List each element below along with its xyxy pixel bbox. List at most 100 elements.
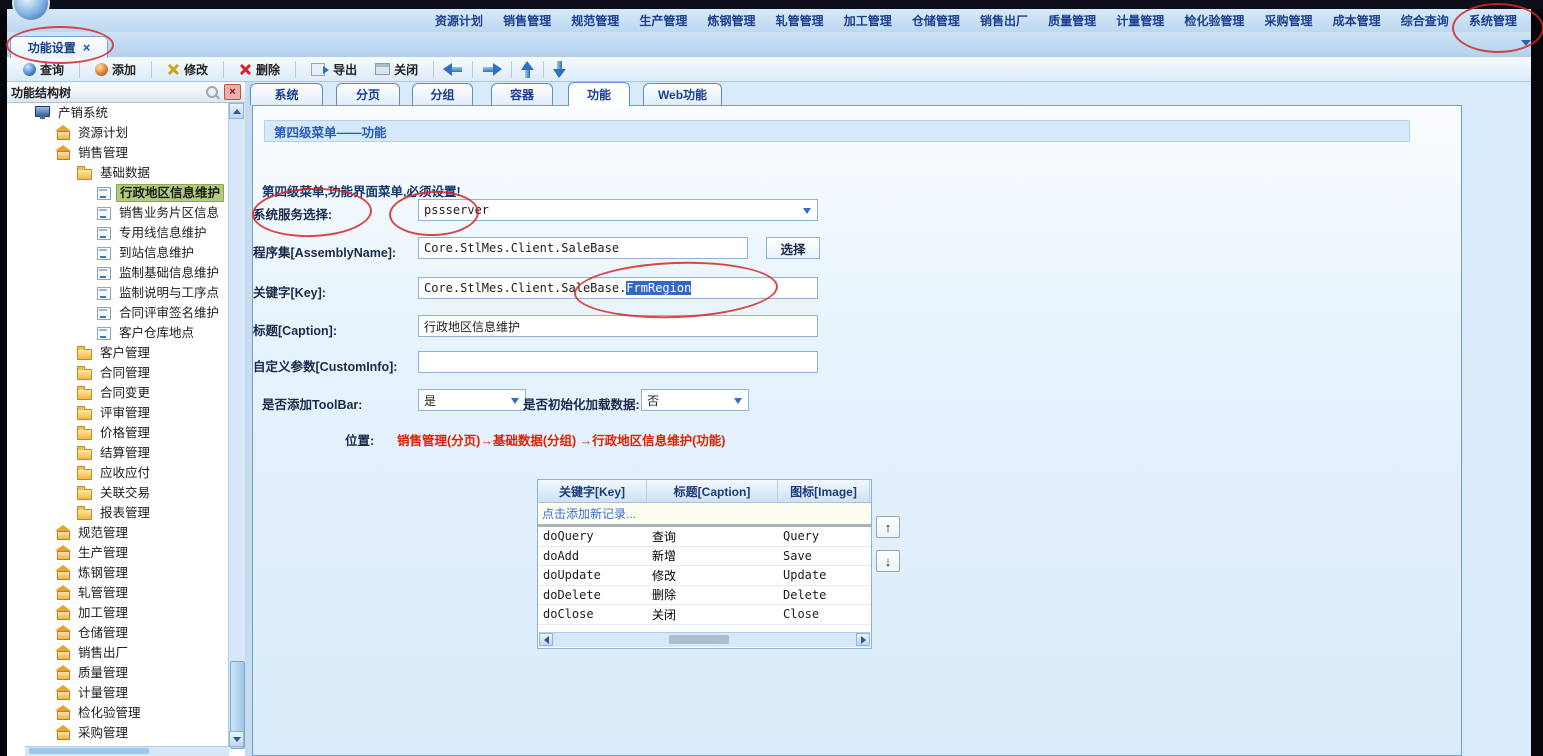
add-button[interactable]: 添加 <box>89 59 142 80</box>
menu-item[interactable]: 采购管理 <box>1265 12 1313 29</box>
move-down-button[interactable]: ↓ <box>876 550 900 572</box>
scroll-down-icon[interactable] <box>229 731 244 747</box>
menu-item-system-management[interactable]: 系统管理 <box>1469 12 1517 29</box>
add-new-record-row[interactable]: 点击添加新记录... <box>538 503 871 527</box>
tree-item[interactable]: 资源计划 <box>7 123 229 143</box>
caption-input[interactable]: 行政地区信息维护 <box>418 315 818 337</box>
add-toolbar-combobox[interactable]: 是 <box>418 389 526 411</box>
tree-item[interactable]: 检化验管理 <box>7 703 229 723</box>
tab-group[interactable]: 分组 <box>412 83 473 105</box>
service-combobox[interactable]: pssserver <box>418 199 818 221</box>
chevron-down-icon[interactable] <box>803 208 811 214</box>
tree-item-root[interactable]: 产销系统 <box>7 103 229 123</box>
chevron-down-icon[interactable] <box>511 398 519 404</box>
menu-item[interactable]: 检化验管理 <box>1184 12 1244 29</box>
menu-item[interactable]: 成本管理 <box>1333 12 1381 29</box>
tree-item[interactable]: 价格管理 <box>7 423 229 443</box>
scroll-left-icon[interactable] <box>539 633 553 646</box>
close-button[interactable]: 关闭 <box>369 59 424 80</box>
tab-container[interactable]: 容器 <box>491 83 553 105</box>
menu-item[interactable]: 轧管管理 <box>776 12 824 29</box>
scroll-right-icon[interactable] <box>856 633 870 646</box>
tree-item[interactable]: 采购管理 <box>7 723 229 743</box>
tree-item[interactable]: 销售出厂 <box>7 643 229 663</box>
nav-right-icon[interactable] <box>482 63 502 76</box>
custom-info-input[interactable] <box>418 351 818 373</box>
nav-down-icon[interactable] <box>553 61 566 78</box>
table-row[interactable]: doUpdate 修改 Update <box>538 566 871 586</box>
query-button[interactable]: 查询 <box>17 59 70 80</box>
chevron-down-icon[interactable] <box>734 398 742 404</box>
tree-item[interactable]: 评审管理 <box>7 403 229 423</box>
tree-item[interactable]: 专用线信息维护 <box>7 223 229 243</box>
export-button[interactable]: 导出 <box>305 59 363 80</box>
nav-up-icon[interactable] <box>521 61 534 78</box>
move-up-button[interactable]: ↑ <box>876 516 900 538</box>
tree-item[interactable]: 基础数据 <box>7 163 229 183</box>
menu-item[interactable]: 计量管理 <box>1116 12 1164 29</box>
menu-item[interactable]: 炼钢管理 <box>708 12 756 29</box>
menu-item[interactable]: 销售出厂 <box>980 12 1028 29</box>
tree-item[interactable]: 关联交易 <box>7 483 229 503</box>
tree-item[interactable]: 监制说明与工序点 <box>7 283 229 303</box>
tree-item[interactable]: 轧管管理 <box>7 583 229 603</box>
menu-item[interactable]: 综合查询 <box>1401 12 1449 29</box>
scrollbar-thumb[interactable] <box>669 635 729 644</box>
tab-close-icon[interactable]: × <box>83 41 91 54</box>
tree-item[interactable]: 仓储管理 <box>7 623 229 643</box>
header-key[interactable]: 关键字[Key] <box>538 480 647 502</box>
key-input[interactable]: Core.StlMes.Client.SaleBase.FrmRegion <box>418 277 818 299</box>
tab-function[interactable]: 功能 <box>568 82 630 106</box>
tree-item[interactable]: 规范管理 <box>7 523 229 543</box>
header-caption[interactable]: 标题[Caption] <box>647 480 778 502</box>
tree-item[interactable]: 报表管理 <box>7 503 229 523</box>
tab-web-function[interactable]: Web功能 <box>643 83 722 105</box>
tab-function-settings[interactable]: 功能设置 × <box>10 36 108 58</box>
nav-left-icon[interactable] <box>443 63 463 76</box>
header-image[interactable]: 图标[Image] <box>778 480 870 502</box>
tree-item[interactable]: 应收应付 <box>7 463 229 483</box>
modify-button[interactable]: 修改 <box>161 59 214 80</box>
tree-close-icon[interactable]: × <box>224 84 241 100</box>
tree-item[interactable]: 计量管理 <box>7 683 229 703</box>
menu-item[interactable]: 规范管理 <box>571 12 619 29</box>
tree-item[interactable]: 合同变更 <box>7 383 229 403</box>
tree-item[interactable]: 到站信息维护 <box>7 243 229 263</box>
tree-item[interactable]: 合同评审签名维护 <box>7 303 229 323</box>
tab-system[interactable]: 系统 <box>250 83 323 105</box>
assembly-input[interactable]: Core.StlMes.Client.SaleBase <box>418 237 748 259</box>
tree-item[interactable]: 销售业务片区信息 <box>7 203 229 223</box>
tree-item[interactable]: 销售管理 <box>7 143 229 163</box>
tree-item[interactable]: 结算管理 <box>7 443 229 463</box>
tree-item[interactable]: 合同管理 <box>7 363 229 383</box>
tree-item[interactable]: 质量管理 <box>7 663 229 683</box>
menu-item[interactable]: 加工管理 <box>844 12 892 29</box>
pin-icon[interactable] <box>206 86 218 98</box>
table-row[interactable]: doDelete 删除 Delete <box>538 586 871 606</box>
panel-splitter[interactable] <box>245 82 252 756</box>
menu-item[interactable]: 资源计划 <box>435 12 483 29</box>
tree-item-selected[interactable]: 行政地区信息维护 <box>7 183 229 203</box>
chevron-down-icon[interactable] <box>1521 40 1531 46</box>
tab-page[interactable]: 分页 <box>336 83 400 105</box>
menu-item[interactable]: 质量管理 <box>1048 12 1096 29</box>
menu-item[interactable]: 销售管理 <box>503 12 551 29</box>
menu-item[interactable]: 仓储管理 <box>912 12 960 29</box>
tree-item[interactable]: 客户管理 <box>7 343 229 363</box>
delete-button[interactable]: 删除 <box>233 59 286 80</box>
tree-item[interactable]: 生产管理 <box>7 543 229 563</box>
scroll-up-icon[interactable] <box>229 103 244 119</box>
tree-item[interactable]: 监制基础信息维护 <box>7 263 229 283</box>
select-assembly-button[interactable]: 选择 <box>766 237 820 259</box>
init-load-combobox[interactable]: 否 <box>641 389 749 411</box>
table-horizontal-scrollbar[interactable] <box>539 632 870 647</box>
tree-item[interactable]: 炼钢管理 <box>7 563 229 583</box>
menu-item[interactable]: 生产管理 <box>639 12 687 29</box>
tree-horizontal-scrollbar[interactable] <box>25 746 229 756</box>
tree-item[interactable]: 客户仓库地点 <box>7 323 229 343</box>
table-row[interactable]: doClose 关闭 Close <box>538 605 871 625</box>
tree-vertical-scrollbar[interactable] <box>228 103 245 747</box>
table-row[interactable]: doAdd 新增 Save <box>538 547 871 567</box>
tree-item[interactable]: 加工管理 <box>7 603 229 623</box>
table-row[interactable]: doQuery 查询 Query <box>538 527 871 547</box>
